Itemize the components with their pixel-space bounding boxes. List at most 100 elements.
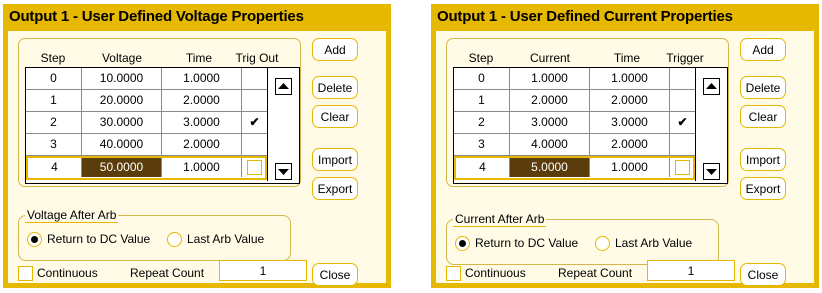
import-button[interactable]: Import — [312, 148, 358, 171]
trigger-checkbox[interactable] — [675, 160, 690, 176]
import-button[interactable]: Import — [740, 148, 786, 171]
steps-grid[interactable]: 0 1.0000 1.0000 1 2.0000 2.0000 2 3.0000… — [453, 67, 728, 184]
time-cell[interactable]: 3.0000 — [162, 112, 242, 133]
time-cell[interactable]: 2.0000 — [162, 134, 242, 155]
time-cell[interactable]: 1.0000 — [590, 158, 670, 177]
column-header-step: Step — [468, 51, 494, 65]
after-arb-label: Voltage After Arb — [25, 208, 119, 223]
checkbox-icon[interactable] — [446, 266, 461, 282]
continuous-checkbox[interactable]: Continuous — [18, 266, 98, 282]
step-cell[interactable]: 1 — [26, 90, 82, 111]
value-cell[interactable]: 4.0000 — [510, 134, 590, 155]
scroll-up-arrow-icon[interactable] — [703, 78, 720, 95]
time-cell[interactable]: 1.0000 — [590, 68, 670, 89]
repeat-count-label: Repeat Count — [558, 266, 633, 280]
time-cell[interactable]: 2.0000 — [590, 134, 670, 155]
table-row[interactable]: 1 2.0000 2.0000 — [454, 90, 695, 112]
delete-button[interactable]: Delete — [312, 76, 358, 99]
after-arb-group: Current After Arb Return to DC Value Las… — [446, 212, 719, 265]
time-cell[interactable]: 2.0000 — [162, 90, 242, 111]
step-cell[interactable]: 0 — [454, 68, 510, 89]
value-cell-editing[interactable]: 5.0000 — [510, 158, 590, 177]
last-arb-value-radio[interactable]: Last Arb Value — [595, 236, 692, 252]
radio-unselected-icon[interactable] — [167, 232, 182, 248]
table-row-selected[interactable]: 4 5.0000 1.0000 — [454, 156, 695, 180]
radio-selected-icon[interactable] — [455, 236, 470, 252]
table-row[interactable]: 0 10.0000 1.0000 — [26, 68, 267, 90]
trigger-checkbox-cell[interactable] — [670, 158, 695, 177]
trigger-checkmark[interactable]: ✔ — [670, 112, 695, 133]
scroll-up-arrow-icon[interactable] — [275, 78, 292, 95]
trigger-checkbox[interactable] — [247, 160, 262, 176]
time-cell[interactable]: 1.0000 — [162, 158, 242, 177]
value-cell[interactable]: 2.0000 — [510, 90, 590, 111]
scroll-down-arrow-icon[interactable] — [703, 163, 720, 180]
return-to-dc-radio[interactable]: Return to DC Value — [27, 232, 150, 248]
step-cell[interactable]: 3 — [26, 134, 82, 155]
table-row[interactable]: 3 4.0000 2.0000 — [454, 134, 695, 156]
trigger-cell[interactable] — [670, 90, 695, 111]
trigger-cell[interactable] — [670, 134, 695, 155]
value-cell[interactable]: 20.0000 — [82, 90, 162, 111]
dialog-content: Step Voltage Time Trig Out 0 10.0000 1.0… — [8, 31, 386, 286]
value-cell[interactable]: 10.0000 — [82, 68, 162, 89]
step-cell[interactable]: 4 — [456, 158, 510, 177]
close-button[interactable]: Close — [312, 263, 358, 286]
after-arb-group: Voltage After Arb Return to DC Value Las… — [18, 208, 291, 261]
dialog-title: Output 1 - User Defined Voltage Properti… — [9, 8, 304, 25]
scroll-down-arrow-icon[interactable] — [275, 163, 292, 180]
value-cell[interactable]: 30.0000 — [82, 112, 162, 133]
vertical-scrollbar[interactable] — [267, 68, 299, 181]
radio-selected-icon[interactable] — [27, 232, 42, 248]
value-cell[interactable]: 1.0000 — [510, 68, 590, 89]
step-cell[interactable]: 1 — [454, 90, 510, 111]
table-row[interactable]: 0 1.0000 1.0000 — [454, 68, 695, 90]
export-button[interactable]: Export — [312, 177, 358, 200]
steps-grid[interactable]: 0 10.0000 1.0000 1 20.0000 2.0000 2 30.0… — [25, 67, 300, 184]
step-cell[interactable]: 4 — [28, 158, 82, 177]
column-header-trigger: Trigger — [666, 51, 704, 65]
table-row[interactable]: 1 20.0000 2.0000 — [26, 90, 267, 112]
steps-table-frame: Step Current Time Trigger 0 1.0000 1.000… — [446, 38, 729, 187]
checkbox-icon[interactable] — [18, 266, 33, 282]
add-button[interactable]: Add — [740, 38, 786, 61]
return-to-dc-radio[interactable]: Return to DC Value — [455, 236, 578, 252]
export-button[interactable]: Export — [740, 177, 786, 200]
clear-button[interactable]: Clear — [312, 105, 358, 128]
time-cell[interactable]: 1.0000 — [162, 68, 242, 89]
trigger-cell[interactable] — [670, 68, 695, 89]
voltage-properties-dialog: Output 1 - User Defined Voltage Properti… — [3, 4, 391, 288]
dialog-content: Step Current Time Trigger 0 1.0000 1.000… — [436, 31, 814, 286]
step-cell[interactable]: 0 — [26, 68, 82, 89]
step-cell[interactable]: 3 — [454, 134, 510, 155]
trigger-cell[interactable] — [242, 68, 267, 89]
trigger-checkmark[interactable]: ✔ — [242, 112, 267, 133]
step-cell[interactable]: 2 — [26, 112, 82, 133]
table-row[interactable]: 3 40.0000 2.0000 — [26, 134, 267, 156]
clear-button[interactable]: Clear — [740, 105, 786, 128]
add-button[interactable]: Add — [312, 38, 358, 61]
radio-unselected-icon[interactable] — [595, 236, 610, 252]
after-arb-label: Current After Arb — [453, 212, 547, 227]
value-cell[interactable]: 3.0000 — [510, 112, 590, 133]
step-cell[interactable]: 2 — [454, 112, 510, 133]
close-button[interactable]: Close — [740, 263, 786, 286]
continuous-checkbox[interactable]: Continuous — [446, 266, 526, 282]
last-arb-value-radio[interactable]: Last Arb Value — [167, 232, 264, 248]
table-row[interactable]: 2 3.0000 3.0000 ✔ — [454, 112, 695, 134]
time-cell[interactable]: 2.0000 — [590, 90, 670, 111]
table-row[interactable]: 2 30.0000 3.0000 ✔ — [26, 112, 267, 134]
time-cell[interactable]: 3.0000 — [590, 112, 670, 133]
vertical-scrollbar[interactable] — [695, 68, 727, 181]
value-cell-editing[interactable]: 50.0000 — [82, 158, 162, 177]
trigger-cell[interactable] — [242, 134, 267, 155]
table-row-selected[interactable]: 4 50.0000 1.0000 — [26, 156, 267, 180]
trigger-cell[interactable] — [242, 90, 267, 111]
value-cell[interactable]: 40.0000 — [82, 134, 162, 155]
repeat-count-label: Repeat Count — [130, 266, 205, 280]
column-header-value: Voltage — [101, 51, 143, 65]
repeat-count-input[interactable]: 1 — [647, 260, 735, 281]
delete-button[interactable]: Delete — [740, 76, 786, 99]
trigger-checkbox-cell[interactable] — [242, 158, 267, 177]
repeat-count-input[interactable]: 1 — [219, 260, 307, 281]
